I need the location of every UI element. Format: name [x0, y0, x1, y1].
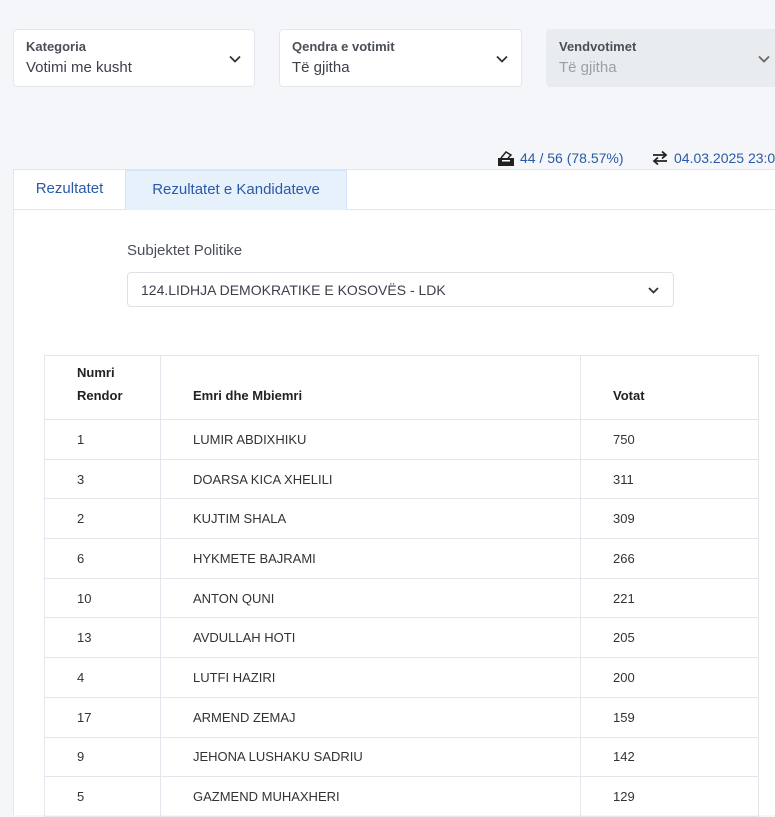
chevron-down-icon — [758, 55, 770, 63]
ballot-box-icon — [498, 151, 514, 166]
cell-candidate-name: LUMIR ABDIXHIKU — [160, 419, 581, 460]
cell-order-number: 9 — [44, 736, 161, 778]
chevron-down-icon — [229, 55, 241, 63]
results-panel: Rezultatet Rezultatet e Kandidateve Subj… — [13, 169, 775, 817]
results-tabs: Rezultatet Rezultatet e Kandidateve — [14, 170, 775, 210]
cell-votes: 129 — [580, 776, 759, 817]
cell-candidate-name: HYKMETE BAJRAMI — [160, 538, 581, 579]
cell-candidate-name: LUTFI HAZIRI — [160, 657, 581, 698]
cell-candidate-name: JEHONA LUSHAKU SADRIU — [160, 736, 581, 778]
table-row: 4 LUTFI HAZIRI 200 — [44, 657, 759, 698]
table-row: 17 ARMEND ZEMAJ 159 — [44, 696, 759, 738]
cell-candidate-name: ARMEND ZEMAJ — [160, 696, 581, 738]
cell-order-number: 17 — [44, 696, 161, 738]
cell-votes: 311 — [580, 458, 759, 500]
cell-order-number: 1 — [44, 419, 161, 460]
filter-bar: Kategoria Votimi me kusht Qendra e votim… — [0, 0, 775, 120]
table-row: 9 JEHONA LUSHAKU SADRIU 142 — [44, 736, 759, 778]
chevron-down-icon — [496, 55, 508, 63]
table-header-row: Numri Rendor Emri dhe Mbiemri Votat — [44, 355, 759, 420]
table-row: 5 GAZMEND MUHAXHERI 129 — [44, 776, 759, 817]
swap-arrows-icon — [652, 150, 668, 166]
cell-votes: 159 — [580, 696, 759, 738]
category-label: Kategoria — [26, 39, 86, 54]
table-row: 6 HYKMETE BAJRAMI 266 — [44, 538, 759, 579]
category-select[interactable]: Kategoria Votimi me kusht — [13, 29, 255, 87]
header-order-number[interactable]: Numri Rendor — [44, 355, 161, 420]
voting-center-label: Qendra e votimit — [292, 39, 395, 54]
table-row: 13 AVDULLAH HOTI 205 — [44, 617, 759, 659]
cell-candidate-name: AVDULLAH HOTI — [160, 617, 581, 659]
cell-votes: 200 — [580, 657, 759, 698]
polling-stations-value: Të gjitha — [559, 59, 617, 76]
party-select-label: Subjektet Politike — [127, 242, 243, 259]
table-row: 10 ANTON QUNI 221 — [44, 577, 759, 619]
table-row: 2 KUJTIM SHALA 309 — [44, 498, 759, 540]
cell-votes: 750 — [580, 419, 759, 460]
cell-order-number: 3 — [44, 458, 161, 500]
polling-stations-select[interactable]: Vendvotimet Të gjitha — [546, 29, 775, 87]
candidate-results-table: Numri Rendor Emri dhe Mbiemri Votat 1 LUM… — [44, 355, 759, 817]
header-votes[interactable]: Votat — [580, 355, 759, 420]
cell-order-number: 4 — [44, 657, 161, 698]
cell-candidate-name: KUJTIM SHALA — [160, 498, 581, 540]
cell-votes: 205 — [580, 617, 759, 659]
last-updated-text: 04.03.2025 23:0 — [674, 150, 775, 166]
voting-center-value: Të gjitha — [292, 59, 350, 76]
category-value: Votimi me kusht — [26, 59, 132, 76]
cell-votes: 142 — [580, 736, 759, 778]
tab-candidate-results[interactable]: Rezultatet e Kandidateve — [125, 170, 347, 210]
voting-center-select[interactable]: Qendra e votimit Të gjitha — [279, 29, 522, 87]
table-row: 1 LUMIR ABDIXHIKU 750 — [44, 419, 759, 460]
table-row: 3 DOARSA KICA XHELILI 311 — [44, 458, 759, 500]
chevron-down-icon — [648, 287, 659, 294]
cell-votes: 221 — [580, 577, 759, 619]
stations-counted: 44 / 56 (78.57%) — [497, 148, 637, 168]
cell-votes: 266 — [580, 538, 759, 579]
cell-order-number: 6 — [44, 538, 161, 579]
header-full-name[interactable]: Emri dhe Mbiemri — [160, 355, 581, 420]
cell-order-number: 2 — [44, 498, 161, 540]
last-updated: 04.03.2025 23:0 — [652, 148, 775, 168]
party-select-value: 124.LIDHJA DEMOKRATIKE E KOSOVËS - LDK — [141, 282, 446, 298]
cell-votes: 309 — [580, 498, 759, 540]
tab-results[interactable]: Rezultatet — [14, 170, 125, 210]
cell-order-number: 10 — [44, 577, 161, 619]
cell-candidate-name: DOARSA KICA XHELILI — [160, 458, 581, 500]
cell-candidate-name: ANTON QUNI — [160, 577, 581, 619]
party-select[interactable]: 124.LIDHJA DEMOKRATIKE E KOSOVËS - LDK — [127, 272, 674, 307]
cell-order-number: 13 — [44, 617, 161, 659]
cell-candidate-name: GAZMEND MUHAXHERI — [160, 776, 581, 817]
stations-counted-text: 44 / 56 (78.57%) — [520, 150, 624, 166]
polling-stations-label: Vendvotimet — [559, 39, 637, 54]
cell-order-number: 5 — [44, 776, 161, 817]
